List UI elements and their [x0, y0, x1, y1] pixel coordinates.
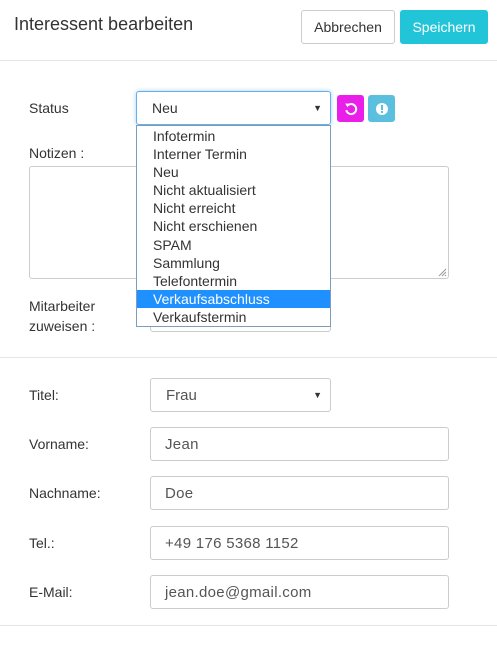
reset-status-button[interactable]: [337, 95, 364, 122]
title-select[interactable]: Frau ▼: [150, 378, 331, 412]
title-select-value: Frau: [166, 386, 197, 404]
page-title: Interessent bearbeiten: [14, 14, 194, 34]
chevron-down-icon: ▼: [313, 390, 322, 400]
status-option[interactable]: Infotermin: [137, 127, 330, 145]
status-option[interactable]: Neu: [137, 163, 330, 181]
cancel-button[interactable]: Abbrechen: [301, 10, 395, 44]
status-option[interactable]: Sammlung: [137, 254, 330, 272]
title-label: Titel:: [29, 387, 59, 403]
info-icon: [375, 102, 388, 115]
resize-grip-icon[interactable]: [438, 268, 447, 277]
employee-label-line1: Mitarbeiter: [29, 298, 96, 314]
phone-input[interactable]: +49 176 5368 1152: [150, 526, 449, 560]
status-option[interactable]: SPAM: [137, 236, 330, 254]
status-option[interactable]: Nicht aktualisiert: [137, 181, 330, 199]
status-dropdown-list[interactable]: Infotermin Interner Termin Neu Nicht aktual…: [136, 125, 331, 328]
reset-icon: [344, 102, 357, 115]
status-option[interactable]: Verkaufstermin: [137, 308, 330, 326]
first-name-label: Vorname:: [29, 436, 89, 452]
status-option[interactable]: Verkaufsabschluss: [137, 289, 330, 308]
status-option[interactable]: Telefontermin: [137, 272, 330, 290]
chevron-down-icon: ▼: [313, 103, 322, 113]
email-input[interactable]: jean.doe@gmail.com: [150, 575, 449, 609]
status-select[interactable]: Neu ▼: [136, 91, 331, 125]
email-label: E-Mail:: [29, 584, 73, 600]
footer-divider: [0, 625, 497, 626]
status-option[interactable]: Nicht erreicht: [137, 199, 330, 217]
save-button[interactable]: Speichern: [400, 10, 488, 44]
section-divider: [0, 357, 497, 358]
info-button[interactable]: [368, 95, 395, 122]
phone-label: Tel.:: [29, 535, 55, 551]
employee-label-line2: zuweisen :: [29, 318, 96, 334]
first-name-input[interactable]: Jean: [150, 427, 449, 461]
notes-label: Notizen :: [29, 145, 85, 161]
header-divider: [0, 60, 497, 61]
last-name-input[interactable]: Doe: [150, 476, 449, 510]
status-option[interactable]: Nicht erschienen: [137, 217, 330, 235]
status-label: Status: [29, 100, 69, 116]
last-name-label: Nachname:: [29, 485, 101, 501]
status-option[interactable]: Interner Termin: [137, 145, 330, 163]
status-select-value: Neu: [152, 100, 178, 116]
